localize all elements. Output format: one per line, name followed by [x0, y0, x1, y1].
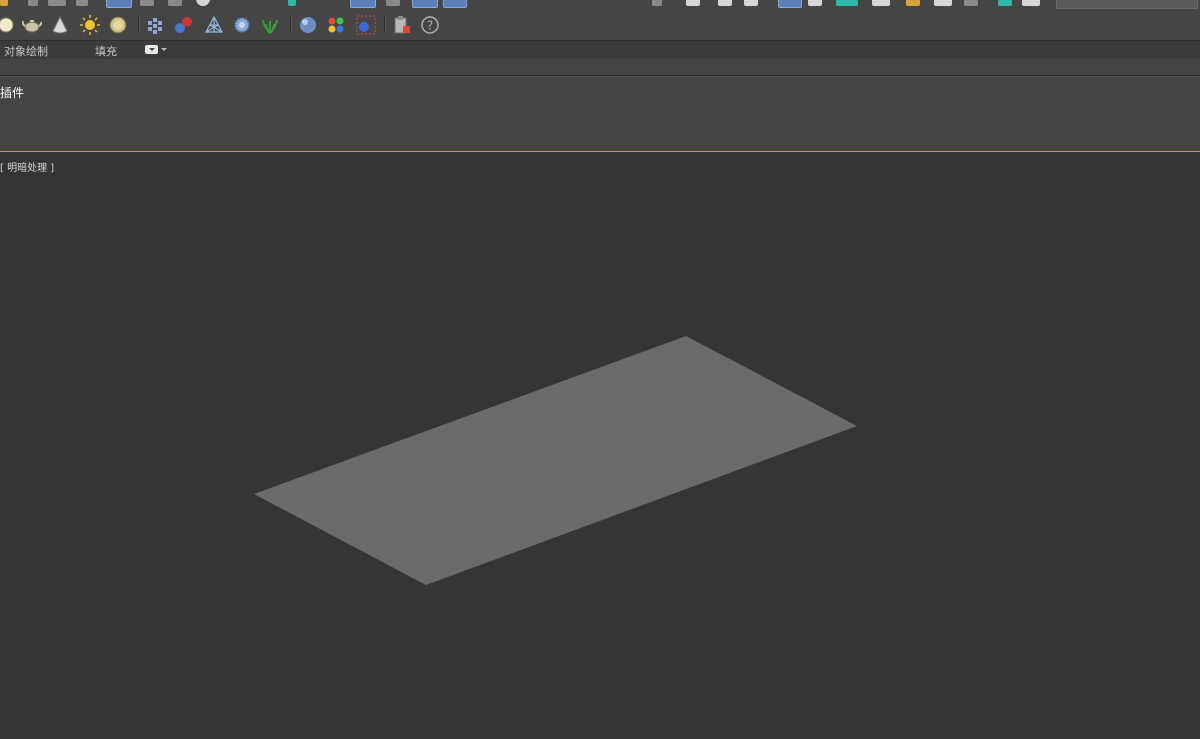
- render-icon[interactable]: [964, 0, 978, 6]
- plugin-panel: 插件: [0, 76, 1200, 152]
- toolbar-separator: [290, 17, 292, 33]
- toolbar-separator: [138, 17, 140, 33]
- tab-object-paint[interactable]: 对象绘制: [4, 43, 48, 59]
- tab-populate[interactable]: 填充: [95, 43, 117, 59]
- compound-icon[interactable]: [174, 15, 194, 35]
- rotate-icon[interactable]: [140, 0, 154, 6]
- viewport-perspective[interactable]: [ 明暗处理 ]: [0, 152, 1200, 739]
- plugin-toolbar: ?: [0, 9, 1200, 40]
- window-cross-icon[interactable]: [76, 0, 88, 6]
- snap-icon[interactable]: [350, 0, 376, 8]
- viewport-canvas: [254, 336, 857, 585]
- cone-icon[interactable]: [50, 15, 70, 35]
- gear-sphere-icon[interactable]: [232, 15, 252, 35]
- max-app: ? 对象绘制 填充 插件 [ 明暗处理 ]: [0, 0, 1200, 739]
- render-setup-icon[interactable]: [906, 0, 920, 6]
- layer-icon[interactable]: [718, 0, 732, 6]
- svg-text:?: ?: [427, 19, 433, 33]
- material-sphere-icon[interactable]: [298, 15, 318, 35]
- plugin-panel-title: 插件: [0, 86, 25, 100]
- align-icon[interactable]: [686, 0, 700, 6]
- move-icon[interactable]: [106, 0, 132, 8]
- pivot-icon[interactable]: [288, 0, 296, 6]
- lattice-icon[interactable]: [204, 15, 224, 35]
- sky-light-icon[interactable]: [108, 15, 128, 35]
- spinner-snap-icon[interactable]: [443, 0, 467, 8]
- schematic-icon[interactable]: [836, 0, 858, 6]
- percent-snap-icon[interactable]: [412, 0, 438, 8]
- teapot-icon[interactable]: [22, 15, 42, 35]
- array-icon[interactable]: [146, 15, 166, 35]
- scale-icon[interactable]: [168, 0, 182, 6]
- render-frame-icon[interactable]: [934, 0, 952, 6]
- help-icon[interactable]: ?: [420, 15, 440, 35]
- plane-object[interactable]: [254, 336, 857, 585]
- mirror-icon[interactable]: [652, 0, 662, 6]
- foliage-icon[interactable]: [260, 15, 280, 35]
- graph-editor-icon[interactable]: [778, 0, 802, 8]
- select-name-icon[interactable]: [28, 0, 38, 6]
- ribbon-collapsed-strip: [0, 59, 1200, 76]
- sun-light-icon[interactable]: [80, 15, 100, 35]
- material-editor-icon[interactable]: [872, 0, 890, 6]
- selection-set-field[interactable]: [1056, 0, 1198, 9]
- render-online-icon[interactable]: [998, 0, 1012, 6]
- ribbon-options-dropdown[interactable]: [145, 44, 169, 55]
- main-toolbar: [0, 0, 1200, 9]
- color-dots-icon[interactable]: [326, 15, 346, 35]
- chevron-down-icon: [161, 48, 167, 51]
- curve-editor-icon[interactable]: [808, 0, 822, 6]
- ribbon-options-icon: [145, 45, 158, 54]
- place-icon[interactable]: [196, 0, 210, 6]
- angle-snap-icon[interactable]: [386, 0, 400, 6]
- quad-icon[interactable]: [1022, 0, 1040, 6]
- sphere-icon[interactable]: [0, 15, 16, 35]
- ribbon-tab-bar: 对象绘制 填充: [0, 40, 1200, 59]
- render-region-icon[interactable]: [356, 15, 376, 35]
- clipboard-icon[interactable]: [392, 15, 412, 35]
- scene-explorer-icon[interactable]: [744, 0, 758, 6]
- select-icon[interactable]: [0, 0, 8, 6]
- toolbar-separator: [384, 17, 386, 33]
- rect-select-icon[interactable]: [48, 0, 66, 6]
